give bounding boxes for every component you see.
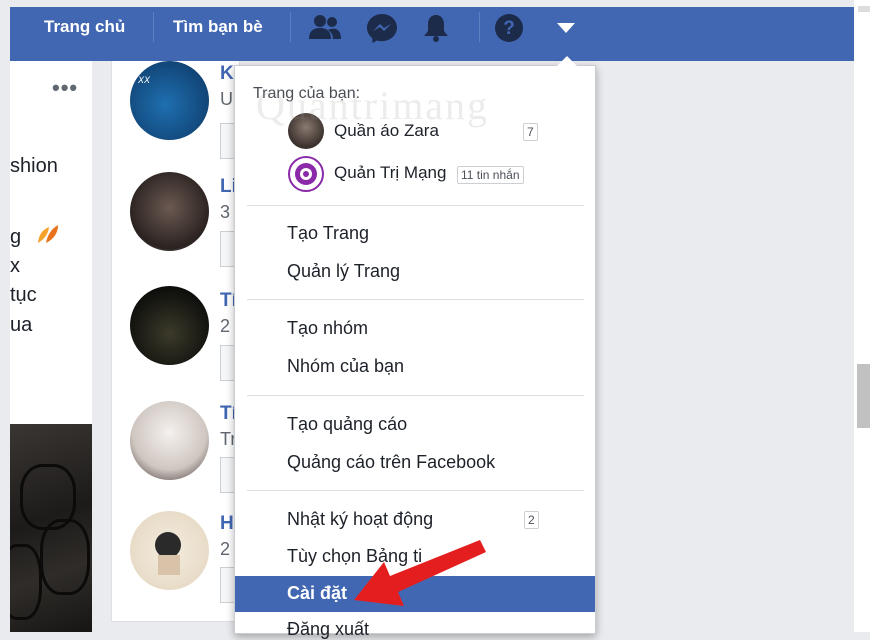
nav-divider [479,12,480,42]
text-fragment: ua [10,314,33,336]
menu-divider [247,490,584,491]
page-avatar[interactable] [288,156,324,192]
page-item-zara[interactable]: Quần áo Zara [334,121,439,141]
page-avatar[interactable] [288,113,324,149]
avatar[interactable] [130,286,209,365]
activity-log-badge: 2 [524,511,539,529]
avatar[interactable] [130,172,209,251]
nav-divider [290,12,291,42]
bell-icon[interactable] [422,13,450,48]
logout-item[interactable]: Đăng xuất [287,619,369,640]
page-notification-badge: 7 [523,123,538,141]
avatar[interactable] [130,511,209,590]
messenger-icon[interactable] [366,13,398,48]
page-messages-badge: 11 tin nhắn [457,166,524,184]
text-fragment: g [10,226,22,248]
home-link[interactable]: Trang chủ [44,7,125,46]
scrollbar-top [858,6,870,12]
activity-log-item[interactable]: Nhật ký hoạt động [287,509,433,530]
nav-divider [153,12,154,42]
more-options-icon[interactable]: ••• [52,75,78,101]
scrollbar-thumb[interactable] [857,364,870,428]
suggestion-subtext: 2 [220,316,231,336]
text-fragment: x [10,255,20,277]
your-groups-item[interactable]: Nhóm của bạn [287,356,404,377]
svg-text:?: ? [503,18,515,39]
your-pages-heading: Trang của bạn: [253,85,361,102]
create-group-item[interactable]: Tạo nhóm [287,318,368,339]
avatar[interactable] [130,401,209,480]
suggestion-subtext: U [220,89,233,109]
avatar[interactable]: XX [130,61,209,140]
scrollbar-track[interactable] [854,0,870,632]
text-fragment: tục [10,284,37,306]
create-page-item[interactable]: Tạo Trang [287,223,369,244]
friends-icon[interactable] [308,13,342,46]
suggestion-subtext: 3 [220,202,231,222]
page-item-quantrimang[interactable]: Quản Trị Mạng [334,163,446,183]
top-navigation-bar: Trang chủ Tìm bạn bè ? [10,7,854,61]
post-photo[interactable] [10,424,92,632]
suggestion-name[interactable]: K [220,63,234,85]
caret-down-icon[interactable] [556,21,576,39]
suggestion-subtext: 2 [220,539,231,559]
create-ad-item[interactable]: Tạo quảng cáo [287,414,407,435]
manage-pages-item[interactable]: Quản lý Trang [287,261,400,282]
find-friends-link[interactable]: Tìm bạn bè [173,7,263,46]
help-icon[interactable]: ? [494,13,524,48]
leaf-emoji-icon [36,223,60,250]
settings-item[interactable]: Cài đặt [287,583,347,604]
dropdown-caret [557,56,577,66]
suggestions-card: XX K U Li 3 Tí 2 Tí Tr H 2 [111,61,241,622]
suggestion-name[interactable]: H [220,513,234,535]
text-fragment: shion [10,155,58,177]
menu-divider [247,299,584,300]
menu-divider [247,395,584,396]
red-arrow-annotation [340,532,490,617]
facebook-ads-item[interactable]: Quảng cáo trên Facebook [287,452,495,473]
menu-divider [247,205,584,206]
left-feed-column: ••• shion g x tục ua [10,61,92,632]
